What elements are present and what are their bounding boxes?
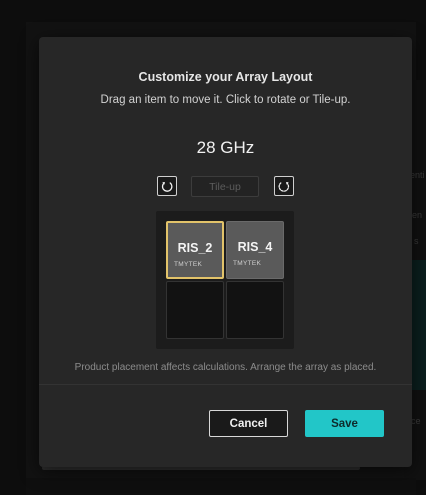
cancel-button[interactable]: Cancel [209, 410, 288, 437]
save-button[interactable]: Save [305, 410, 384, 437]
array-tile-ris-2[interactable]: RIS_2 TMYTEK [166, 221, 224, 279]
tile-name: RIS_4 [237, 240, 273, 254]
dialog-title: Customize your Array Layout [138, 70, 313, 84]
rotate-right-button[interactable] [274, 176, 294, 196]
rotate-counterclockwise-icon [161, 181, 173, 192]
tile-brand: TMYTEK [233, 260, 262, 267]
frequency-label: 28 GHz [196, 138, 255, 157]
array-layout-dialog: Customize your Array Layout Drag an item… [39, 37, 412, 467]
rotate-clockwise-icon [278, 181, 290, 192]
rotate-left-button[interactable] [157, 176, 177, 196]
tile-name: RIS_2 [177, 241, 213, 255]
array-tile-ris-4[interactable]: RIS_4 TMYTEK [226, 221, 284, 279]
dialog-divider [39, 384, 412, 385]
placement-note: Product placement affects calculations. … [74, 362, 377, 373]
dialog-subtitle: Drag an item to move it. Click to rotate… [100, 94, 351, 106]
empty-grid-slot[interactable] [166, 281, 224, 339]
tile-brand: TMYTEK [174, 261, 203, 268]
tile-up-button[interactable]: Tile-up [191, 176, 259, 197]
empty-grid-slot[interactable] [226, 281, 284, 339]
array-grid: RIS_2 TMYTEK RIS_4 TMYTEK [156, 211, 294, 349]
